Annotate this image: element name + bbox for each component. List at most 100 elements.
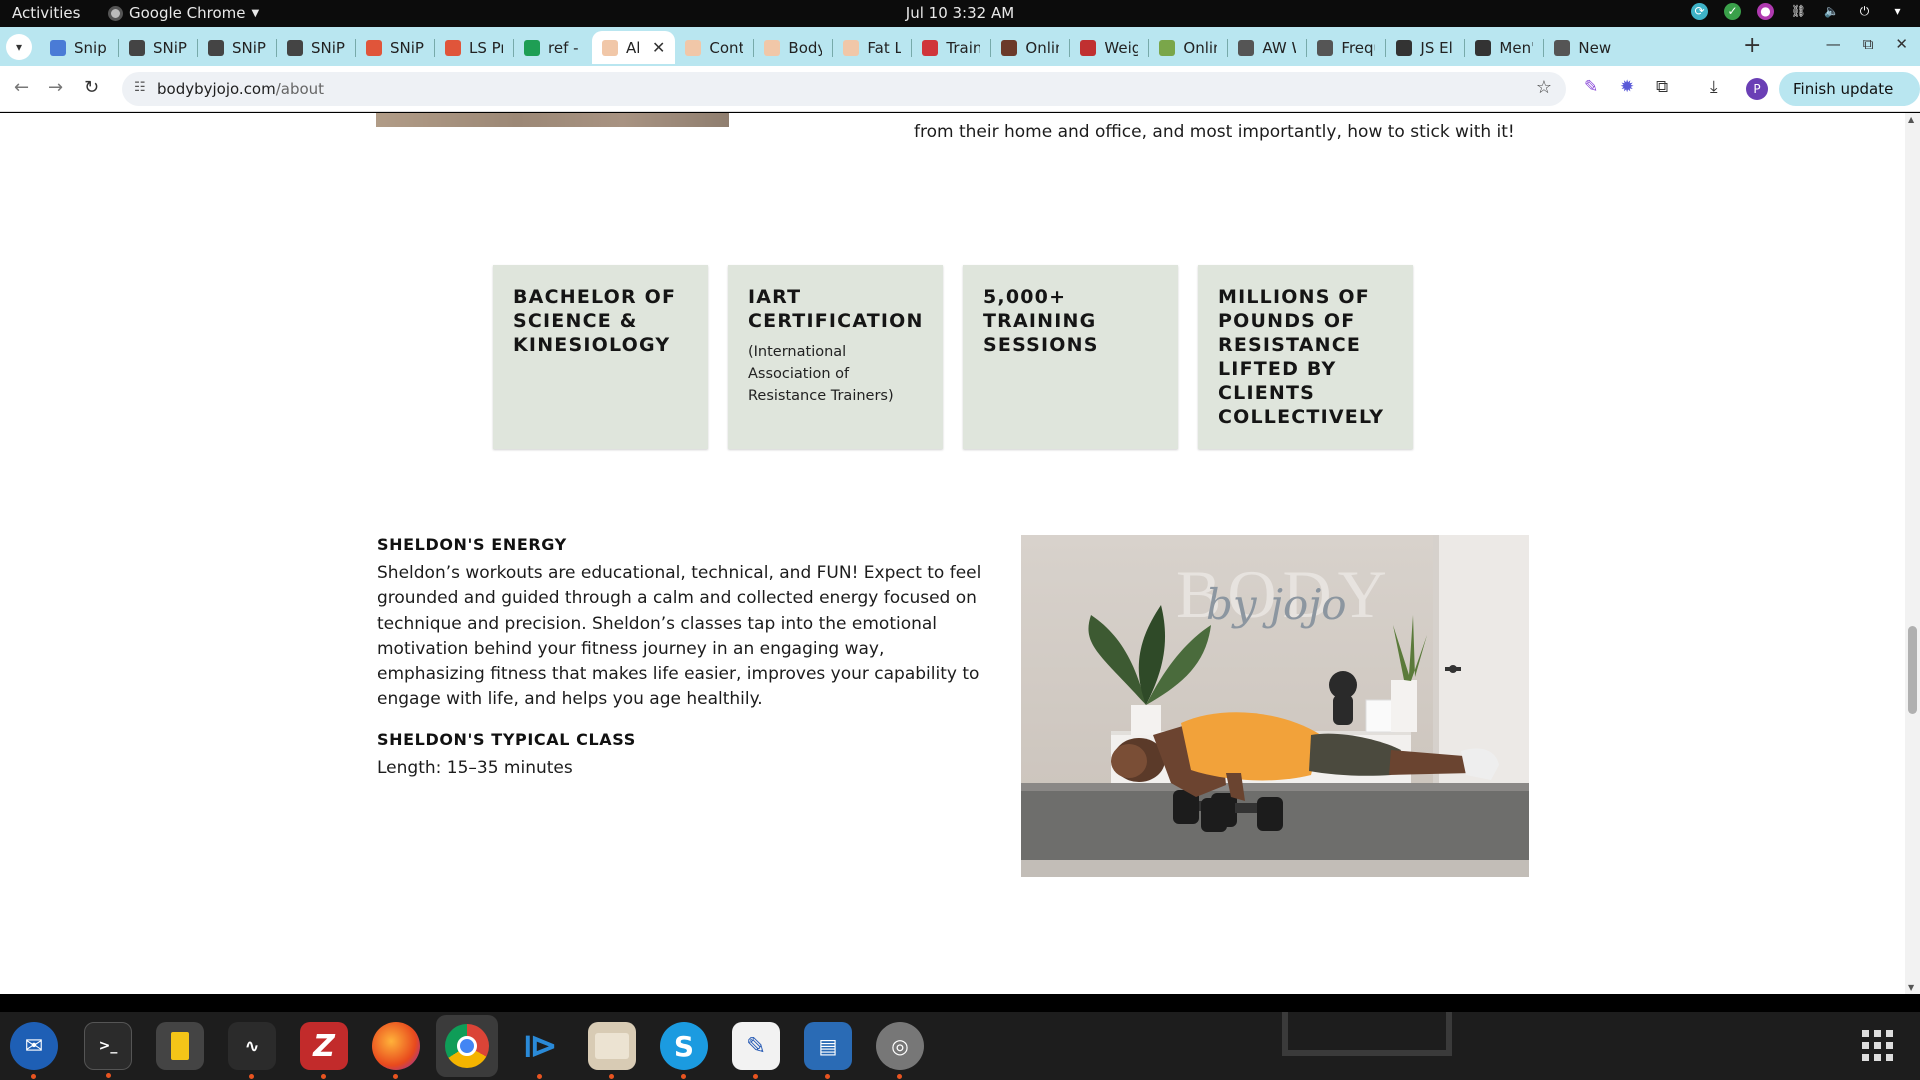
browser-tab[interactable]: LS Pr: [435, 31, 513, 64]
reload-button[interactable]: ↻: [84, 77, 99, 98]
extensions-puzzle-icon[interactable]: ⧉: [1656, 77, 1668, 97]
browser-tab[interactable]: SNiP: [198, 31, 276, 64]
intro-cut-line: [914, 113, 1534, 120]
system-tray[interactable]: ⟳ ✓ ● ⛓ 🔈 ⏻ ▾: [1691, 3, 1906, 20]
app-menu[interactable]: Google Chrome ▼: [108, 4, 259, 22]
snip-icon: [208, 39, 224, 56]
browser-tab[interactable]: JS Eli: [1386, 31, 1464, 64]
clock[interactable]: Jul 10 3:32 AM: [906, 4, 1014, 22]
sync-icon[interactable]: ⟳: [1691, 3, 1708, 20]
calculator-icon[interactable]: [156, 1022, 204, 1070]
close-window-button[interactable]: ✕: [1895, 35, 1908, 53]
browser-tab[interactable]: ref - C: [514, 31, 592, 64]
browser-toolbar: ← → ↻ ☷ bodybyjojo.com/about ☆ ✎ ✹ ⧉ ⤓ P…: [0, 66, 1920, 132]
back-button[interactable]: ←: [14, 77, 29, 98]
new-tab-button[interactable]: +: [1743, 33, 1761, 58]
firefox-icon[interactable]: [372, 1022, 420, 1079]
pen-extension-icon[interactable]: ✎: [1584, 77, 1598, 97]
text-editor-icon[interactable]: ✎: [732, 1022, 780, 1079]
browser-tab[interactable]: SNiP: [119, 31, 197, 64]
browser-tab[interactable]: AW W: [1228, 31, 1306, 64]
browser-tab[interactable]: Frequ: [1307, 31, 1385, 64]
browser-tab[interactable]: Body: [754, 31, 832, 64]
system-top-bar: Activities Google Chrome ▼ Jul 10 3:32 A…: [0, 0, 1920, 27]
finish-update-button[interactable]: Finish update ⋮: [1779, 72, 1920, 132]
browser-tab[interactable]: Conta: [675, 31, 753, 64]
browser-tab[interactable]: Onlin: [991, 31, 1069, 64]
check-icon[interactable]: ✓: [1724, 3, 1741, 20]
disk-icon[interactable]: ◎: [876, 1022, 924, 1079]
files-icon[interactable]: [588, 1022, 636, 1079]
site-info-icon[interactable]: ☷: [134, 80, 146, 95]
document-viewer-icon[interactable]: ▤: [804, 1022, 852, 1079]
credential-card: BACHELOR OF SCIENCE & KINESIOLOGY: [493, 265, 708, 449]
minimize-button[interactable]: —: [1826, 35, 1841, 53]
filezilla-icon[interactable]: Z: [300, 1022, 348, 1079]
system-monitor-icon[interactable]: ∿: [228, 1022, 276, 1079]
close-tab-icon[interactable]: ✕: [652, 38, 665, 57]
finish-update-label: Finish update: [1793, 80, 1894, 98]
browser-tab[interactable]: Snip D: [40, 31, 118, 64]
scrollbar-thumb[interactable]: [1908, 626, 1917, 714]
tab-title: Fat Lo: [867, 38, 902, 57]
credential-subtext: (International Association of Resistance…: [748, 344, 894, 404]
scroll-up-arrow[interactable]: ▲: [1908, 115, 1914, 124]
color-icon[interactable]: ●: [1757, 3, 1774, 20]
tab-title: SNiP: [232, 38, 266, 57]
bodybyjojo-icon: [602, 39, 618, 56]
snip-icon: [129, 39, 145, 56]
energy-heading: SHELDON'S ENERGY: [377, 535, 567, 554]
trainer-pushup-illustration: BODY by jojo: [1021, 535, 1529, 877]
network-icon[interactable]: ⛓: [1790, 3, 1807, 20]
ls-icon: [445, 39, 461, 56]
url-text[interactable]: bodybyjojo.com/about: [157, 80, 324, 98]
thunderbird-icon[interactable]: ✉: [10, 1022, 58, 1079]
tab-title: JS Eli: [1420, 38, 1455, 57]
browser-tab[interactable]: Fat Lo: [833, 31, 911, 64]
profile-avatar[interactable]: P: [1746, 78, 1768, 100]
gear-extension-icon[interactable]: ✹: [1620, 77, 1634, 97]
browser-tab[interactable]: Weigl: [1070, 31, 1148, 64]
browser-tab[interactable]: Men's: [1465, 31, 1543, 64]
url-path: /about: [275, 80, 325, 98]
skype-icon[interactable]: S: [660, 1022, 708, 1079]
browser-tab[interactable]: SNiP: [356, 31, 434, 64]
credentials-grid: BACHELOR OF SCIENCE & KINESIOLOGY IART CE…: [493, 265, 1413, 449]
chevron-down-icon[interactable]: ▾: [1889, 3, 1906, 20]
browser-tab[interactable]: Al ✕: [592, 31, 676, 64]
image-icon: [1159, 39, 1176, 56]
tab-title: Al: [626, 38, 641, 57]
credential-heading: IART CERTIFICATION: [748, 286, 924, 332]
globe-icon: [1554, 39, 1571, 56]
chrome-icon[interactable]: [436, 1015, 498, 1077]
power-icon[interactable]: ⏻: [1856, 3, 1873, 20]
browser-tab[interactable]: Onlin: [1149, 31, 1227, 64]
page-scrollbar[interactable]: ▲ ▼: [1905, 113, 1920, 994]
docs-icon: [50, 39, 66, 56]
dock: ✉ >_ ∿ Z ⧐ S ✎ ▤ ◎: [0, 1012, 1920, 1080]
credential-card: IART CERTIFICATION (International Associa…: [728, 265, 943, 449]
volume-icon[interactable]: 🔈: [1823, 3, 1840, 20]
maximize-button[interactable]: ⧉: [1863, 35, 1874, 53]
snip-icon: [287, 39, 303, 56]
wall-logo-script: by jojo: [1206, 580, 1347, 629]
tab-title: Onlin: [1183, 38, 1217, 57]
activities-button[interactable]: Activities: [12, 4, 80, 22]
browser-tab[interactable]: New: [1544, 31, 1622, 64]
download-icon[interactable]: ⤓: [1710, 77, 1718, 97]
tab-search-button[interactable]: ▾: [6, 34, 32, 60]
scroll-down-arrow[interactable]: ▼: [1908, 983, 1914, 992]
class-length: Length: 15–35 minutes: [377, 758, 573, 778]
address-bar[interactable]: ☷ bodybyjojo.com/about ☆: [122, 72, 1566, 106]
browser-tab[interactable]: SNiP: [277, 31, 355, 64]
credential-heading: BACHELOR OF SCIENCE & KINESIOLOGY: [513, 286, 677, 356]
chart-icon: [1238, 39, 1255, 56]
tab-title: AW W: [1262, 38, 1296, 57]
show-applications-button[interactable]: [1862, 1030, 1893, 1061]
browser-tab[interactable]: Train: [912, 31, 990, 64]
tab-title: Conta: [709, 38, 744, 57]
bookmark-star-icon[interactable]: ☆: [1536, 77, 1552, 98]
forward-button[interactable]: →: [48, 77, 63, 98]
vscode-icon[interactable]: ⧐: [516, 1022, 564, 1079]
terminal-icon[interactable]: >_: [84, 1022, 132, 1078]
